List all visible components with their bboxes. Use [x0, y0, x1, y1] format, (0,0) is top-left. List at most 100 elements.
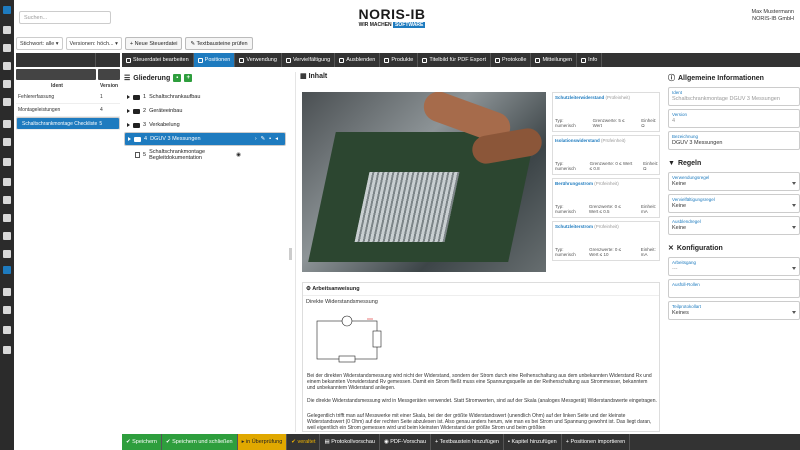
save-button[interactable]: ✔ Speichern — [122, 434, 162, 450]
logout-icon[interactable] — [3, 346, 11, 354]
card-title: Berührungsstrom — [555, 181, 594, 186]
tree-item[interactable]: 1 Schaltschrankaufbau — [124, 90, 286, 104]
education-icon[interactable] — [3, 120, 11, 128]
tab-ausblenden[interactable]: Ausblenden — [335, 53, 381, 67]
pdf-preview-button[interactable]: ◉ PDF-Vorschau — [380, 434, 432, 450]
hide-rule-select[interactable]: Ausblendregel Keine — [668, 216, 800, 235]
content-panel: ▦ Inhalt Schutzleiterwiderstand (Prüfein… — [295, 72, 665, 432]
fill-roles-select[interactable]: Ausfüll-Rollen — [668, 279, 800, 298]
cart-icon[interactable] — [3, 178, 11, 186]
chevron-down-icon — [792, 182, 796, 185]
list-header-bar — [16, 53, 120, 67]
list-item[interactable]: Montageleistungen 4 — [16, 104, 120, 117]
save-close-button[interactable]: ✔ Speichern und schließen — [161, 434, 238, 450]
help-icon[interactable] — [3, 326, 11, 334]
tab-protokolle[interactable]: Protokolle — [491, 53, 532, 67]
rules-title: Regeln — [677, 159, 702, 167]
card-typ: Typ: numerisch — [555, 247, 576, 257]
trash-icon[interactable]: ▪ — [269, 136, 271, 142]
test-unit-card[interactable]: Schutzleiterwiderstand (Prüfeinheit) Typ:… — [552, 92, 660, 132]
tools-icon[interactable] — [3, 158, 11, 166]
col-ident[interactable]: Ident — [16, 83, 98, 89]
bezeichnung-field[interactable]: Bezeichnung DGUV 3 Messungen — [668, 131, 800, 150]
tab-titelbild[interactable]: Titelbild für PDF Export — [418, 53, 491, 67]
list-item[interactable]: Fehlererfassung 1 — [16, 91, 120, 104]
dashboard-icon[interactable] — [3, 26, 11, 34]
versionen-select[interactable]: Versionen: höch... ▾ — [65, 36, 122, 50]
card-row: Typ: numerisch Grenzwerte: 5 ≤ Wert Einhei… — [555, 118, 659, 128]
card-grenz: Grenzwerte: 0 ≤ Wert ≤ 0.5 — [588, 204, 621, 214]
col-version[interactable]: Version — [98, 83, 120, 89]
lock-icon[interactable] — [3, 306, 11, 314]
card-tag: (Prüfeinheit) — [594, 181, 619, 186]
list-icon — [197, 57, 203, 63]
workstep-select[interactable]: Arbeitsgang --- — [668, 257, 800, 276]
chart-icon[interactable] — [3, 138, 11, 146]
megaphone-icon[interactable]: ◂ — [275, 136, 278, 142]
stack-icon[interactable] — [3, 98, 11, 106]
expand-icon[interactable] — [127, 123, 130, 127]
version-filter-input[interactable] — [98, 69, 120, 80]
test-unit-card[interactable]: Berührungsstrom (Prüfeinheit) Typ: numeri… — [552, 178, 660, 218]
pencil-icon[interactable]: ✎ — [261, 136, 266, 142]
protocol-preview-button[interactable]: ▤ Protokollvorschau — [320, 434, 380, 450]
users-icon[interactable] — [3, 80, 11, 88]
card-row: Typ: numerisch Grenzwerte: 0 ≤ Wert ≤ 0.8… — [555, 161, 659, 171]
work-instruction: ⚙ Arbeitsanweisung Direkte Widerstandsme… — [302, 282, 660, 432]
move-icon[interactable]: › — [255, 136, 257, 142]
import-positions-button[interactable]: + Positionen importieren — [562, 434, 631, 450]
stichwort-select[interactable]: Stichwort: alle ▾ — [16, 36, 63, 50]
version-field[interactable]: Version 4 — [668, 109, 800, 128]
card-einheit: Einheit: mA — [641, 204, 657, 214]
partial-protocol-select[interactable]: Teilprotokollart Keines — [668, 301, 800, 320]
search-input[interactable]: Suchen... — [19, 11, 111, 24]
tab-positionen[interactable]: Positionen — [193, 53, 236, 67]
item-version: 4 — [100, 107, 103, 113]
add-textblock-button[interactable]: + Textbaustein hinzufügen — [431, 434, 504, 450]
tree-item[interactable]: 4 DGUV 3 Messungen › ✎ ▪ ◂ — [124, 132, 286, 146]
tab-mitteilungen[interactable]: Mitteilungen — [531, 53, 578, 67]
check-textblocks-button[interactable]: ✎ Textbausteine prüfen — [185, 36, 253, 50]
test-unit-card[interactable]: Isolationswiderstand (Prüfeinheit) Typ: n… — [552, 135, 660, 175]
user-info[interactable]: Max Mustermann NORIS-IB GmbH — [752, 9, 795, 23]
add-folder-button[interactable]: ▪ — [173, 74, 182, 82]
stichwort-value: alle — [45, 40, 55, 47]
archive-icon[interactable] — [3, 288, 11, 296]
checklist-icon[interactable] — [3, 266, 11, 274]
thermometer-icon[interactable] — [3, 232, 11, 240]
expand-icon[interactable] — [127, 95, 130, 99]
list-item[interactable]: Schaltschrankmontage Checkliste 5 — [16, 117, 120, 130]
test-unit-card[interactable]: Schutzleiterstrom (Prüfeinheit) Typ: nume… — [552, 221, 660, 261]
version-value: 4 — [672, 118, 676, 124]
document-icon[interactable] — [3, 196, 11, 204]
new-control-file-button[interactable]: + Neue Steuerdatei — [124, 36, 183, 50]
table-icon[interactable] — [3, 214, 11, 222]
eye-icon[interactable]: ◉ — [236, 152, 241, 158]
layers-icon[interactable] — [3, 250, 11, 258]
in-review-button[interactable]: ▸ in Überprüfung — [237, 434, 288, 450]
tree-item[interactable]: 5 Schaltschrankmontage Begleitdokumentati… — [124, 146, 286, 164]
tab-vervielfaeltigung[interactable]: Vervielfältigung — [282, 53, 336, 67]
expand-icon[interactable] — [128, 137, 131, 141]
expand-icon[interactable] — [127, 109, 130, 113]
tab-produkte[interactable]: Produkte — [380, 53, 419, 67]
duplication-rule-select[interactable]: Vervielfältigungsregel Keine — [668, 194, 800, 213]
app-logo-icon[interactable] — [3, 6, 11, 14]
tab-steuerdatei[interactable]: Steuerdatei bearbeiten — [122, 53, 194, 67]
stichwort-label: Stichwort: — [20, 40, 45, 47]
tree-item[interactable]: 3 Verkabelung — [124, 118, 286, 132]
add-item-button[interactable]: + — [184, 74, 193, 82]
calendar-icon[interactable] — [3, 44, 11, 52]
tab-verwendung[interactable]: Verwendung — [235, 53, 282, 67]
tab-info[interactable]: Info — [577, 53, 603, 67]
usage-rule-select[interactable]: Verwendungsregel Keine — [668, 172, 800, 191]
outdated-button[interactable]: ✔ veraltet — [287, 434, 321, 450]
tree-item[interactable]: 2 Geräteeinbau — [124, 104, 286, 118]
tagline-right: SOFTWARE — [393, 22, 426, 28]
panel-resize-handle[interactable] — [289, 248, 292, 260]
folder-icon[interactable] — [3, 62, 11, 70]
file-icon — [494, 57, 500, 63]
ident-field[interactable]: Ident Schaltschrankmontage DGUV 3 Messung… — [668, 87, 800, 106]
add-chapter-button[interactable]: ▪ Kapitel hinzufügen — [504, 434, 562, 450]
ident-filter-input[interactable] — [16, 69, 96, 80]
